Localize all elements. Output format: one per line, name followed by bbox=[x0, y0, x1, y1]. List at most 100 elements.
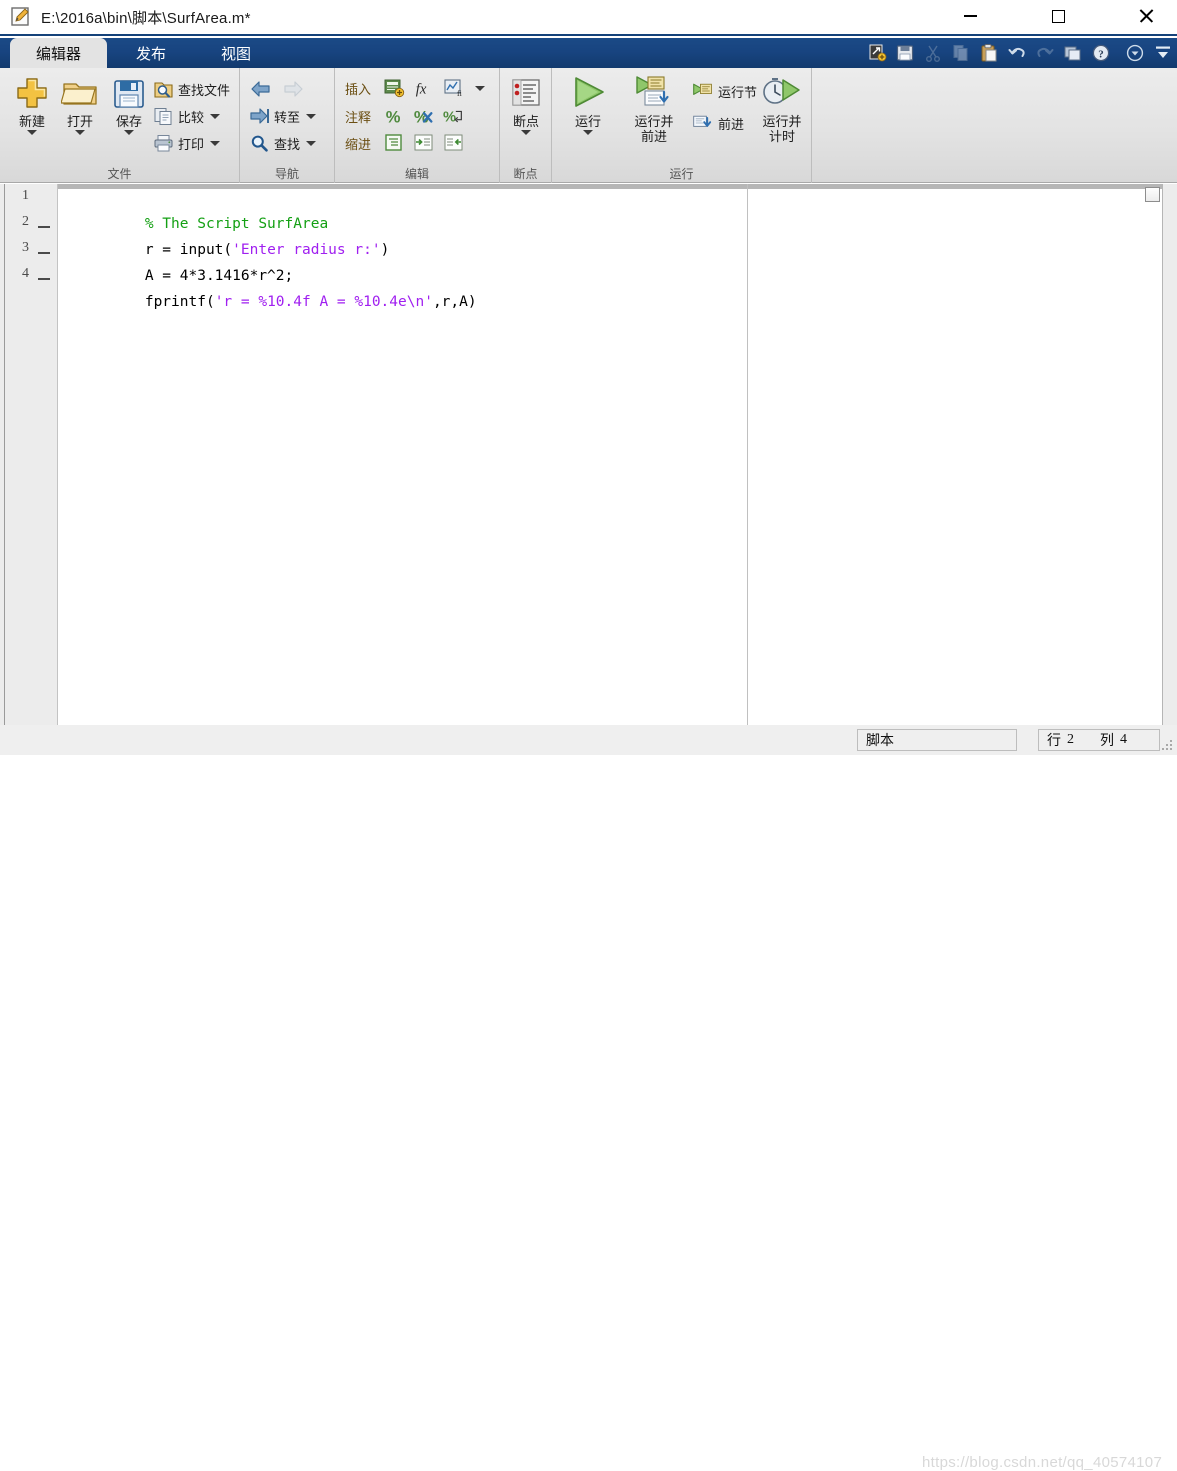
qat-dropdown-icon[interactable] bbox=[1122, 40, 1148, 66]
advance-icon bbox=[692, 112, 714, 134]
ribbon-group-file-label: 文件 bbox=[107, 167, 132, 181]
goto-caret[interactable] bbox=[306, 113, 317, 119]
run-button-label: 运行 bbox=[574, 114, 601, 129]
save-button-label: 保存 bbox=[115, 114, 142, 129]
indent-left-icon bbox=[443, 132, 465, 154]
back-button[interactable] bbox=[250, 76, 276, 102]
insert-function-button[interactable]: fx bbox=[413, 75, 439, 101]
svg-text:fx: fx bbox=[416, 82, 427, 98]
status-column-value: 4 bbox=[1120, 732, 1127, 747]
run-time-button[interactable]: 运行并 计时 bbox=[752, 73, 812, 144]
indent-right-button[interactable] bbox=[413, 130, 439, 156]
comment-row: 注释 bbox=[345, 103, 371, 129]
breakpoints-button[interactable]: 断点 bbox=[498, 73, 554, 135]
window-titlebar: E:\2016a\bin\脚本\SurfArea.m* bbox=[0, 0, 1177, 36]
open-button-caret[interactable] bbox=[75, 130, 85, 135]
insert-section-button[interactable] bbox=[383, 75, 409, 101]
insert-caret[interactable] bbox=[475, 75, 485, 101]
line-number: 4 bbox=[22, 266, 29, 281]
ribbon-group-breakpoints: 断点 断点 bbox=[500, 68, 552, 183]
compare-icon bbox=[152, 105, 174, 127]
indent-left-button[interactable] bbox=[443, 130, 469, 156]
ribbon-group-navigate: 转至 查找 导航 bbox=[240, 68, 335, 183]
print-button[interactable]: 打印 bbox=[152, 130, 221, 156]
minimize-button[interactable] bbox=[947, 0, 993, 33]
uncomment-button[interactable]: % bbox=[413, 103, 439, 129]
find-files-icon bbox=[152, 78, 174, 100]
comment-button[interactable]: % bbox=[383, 103, 409, 129]
code-line: fprintf('r = %10.4f A = %10.4e\n',r,A) bbox=[75, 263, 477, 310]
new-button-caret[interactable] bbox=[27, 130, 37, 135]
goto-button[interactable]: 转至 bbox=[248, 103, 317, 129]
open-folder-icon bbox=[61, 73, 99, 111]
undo-icon[interactable] bbox=[1004, 40, 1030, 66]
find-icon bbox=[248, 132, 270, 154]
forward-button bbox=[282, 76, 308, 102]
executable-marker bbox=[38, 278, 50, 280]
paste-icon[interactable] bbox=[976, 40, 1002, 66]
indent-row: 缩进 bbox=[345, 130, 371, 156]
breakpoint-icon bbox=[509, 73, 543, 111]
comment-icon: % bbox=[383, 105, 405, 127]
run-section-icon bbox=[692, 80, 714, 102]
code-token-plain: ,r,A) bbox=[432, 294, 477, 310]
find-files-button[interactable]: 查找文件 bbox=[152, 76, 230, 102]
code-token-plain: ) bbox=[380, 242, 390, 258]
window-controls bbox=[947, 0, 1177, 35]
minimize-ribbon-icon[interactable] bbox=[1150, 40, 1176, 66]
new-button-label: 新建 bbox=[18, 114, 45, 129]
tab-view[interactable]: 视图 bbox=[195, 38, 277, 68]
code-token-plain: fprintf( bbox=[144, 294, 215, 310]
go-to-icon bbox=[248, 105, 270, 127]
cut-icon bbox=[920, 40, 946, 66]
editor-gutter[interactable]: 1 2 3 4 bbox=[6, 184, 58, 725]
insert-section-icon bbox=[383, 77, 405, 99]
run-advance-label: 运行并 前进 bbox=[634, 114, 674, 144]
layout-icon[interactable] bbox=[1060, 40, 1086, 66]
status-line-label: 行 bbox=[1047, 734, 1061, 749]
compare-caret[interactable] bbox=[210, 113, 221, 119]
tab-editor[interactable]: 编辑器 bbox=[10, 38, 108, 68]
watermark-text: https://blog.csdn.net/qq_40574107 bbox=[922, 1454, 1163, 1471]
advance-button[interactable]: 前进 bbox=[692, 110, 744, 136]
resize-grip[interactable] bbox=[1162, 740, 1174, 752]
run-icon bbox=[567, 73, 609, 111]
open-button-label: 打开 bbox=[66, 114, 93, 129]
help-icon[interactable]: ? bbox=[1088, 40, 1114, 66]
run-section-button[interactable]: 运行节 bbox=[692, 78, 757, 104]
editor-document[interactable]: 1 2 3 4 % The Script SurfArea r = input(… bbox=[6, 184, 1163, 725]
run-advance-button[interactable]: 运行并 前进 bbox=[622, 73, 686, 144]
save-button-caret[interactable] bbox=[124, 130, 134, 135]
maximize-icon bbox=[1051, 9, 1065, 23]
insert-label: 插入 bbox=[345, 81, 372, 97]
run-button[interactable]: 运行 bbox=[560, 73, 616, 135]
tab-publish[interactable]: 发布 bbox=[110, 38, 192, 68]
new-shortcut-icon[interactable] bbox=[864, 40, 890, 66]
wrap-comment-button[interactable]: % bbox=[443, 103, 469, 129]
maximize-button[interactable] bbox=[1035, 0, 1081, 33]
print-caret[interactable] bbox=[210, 140, 221, 146]
smart-indent-button[interactable] bbox=[383, 130, 409, 156]
insert-figure-button[interactable]: fi bbox=[443, 75, 469, 101]
ribbon-group-file: 新建 打开 保存 查找文件 比较 打印 文件 bbox=[0, 68, 240, 183]
find-button[interactable]: 查找 bbox=[248, 130, 317, 156]
code-line: A = 4*3.1416*r^2; bbox=[75, 237, 293, 284]
line-number: 2 bbox=[22, 214, 29, 229]
ribbon-tabs: 编辑器 发布 视图 bbox=[10, 38, 280, 68]
advance-label: 前进 bbox=[718, 116, 745, 132]
open-button[interactable]: 打开 bbox=[52, 73, 108, 135]
code-content[interactable]: % The Script SurfArea r = input('Enter r… bbox=[59, 184, 1162, 725]
compare-button[interactable]: 比较 bbox=[152, 103, 221, 129]
ribbon-tabstrip: 编辑器 发布 视图 ? bbox=[0, 38, 1177, 68]
breakpoints-caret[interactable] bbox=[521, 130, 531, 135]
close-button[interactable] bbox=[1123, 0, 1169, 33]
window-title: E:\2016a\bin\脚本\SurfArea.m* bbox=[41, 9, 251, 27]
run-button-caret[interactable] bbox=[583, 130, 593, 135]
find-label: 查找 bbox=[274, 136, 301, 152]
save-disk-icon bbox=[112, 73, 146, 111]
wrap-comment-icon: % bbox=[443, 105, 465, 127]
find-caret[interactable] bbox=[306, 140, 317, 146]
save-button[interactable]: 保存 bbox=[101, 73, 157, 135]
save-icon[interactable] bbox=[892, 40, 918, 66]
editor-left-rail bbox=[0, 184, 5, 725]
